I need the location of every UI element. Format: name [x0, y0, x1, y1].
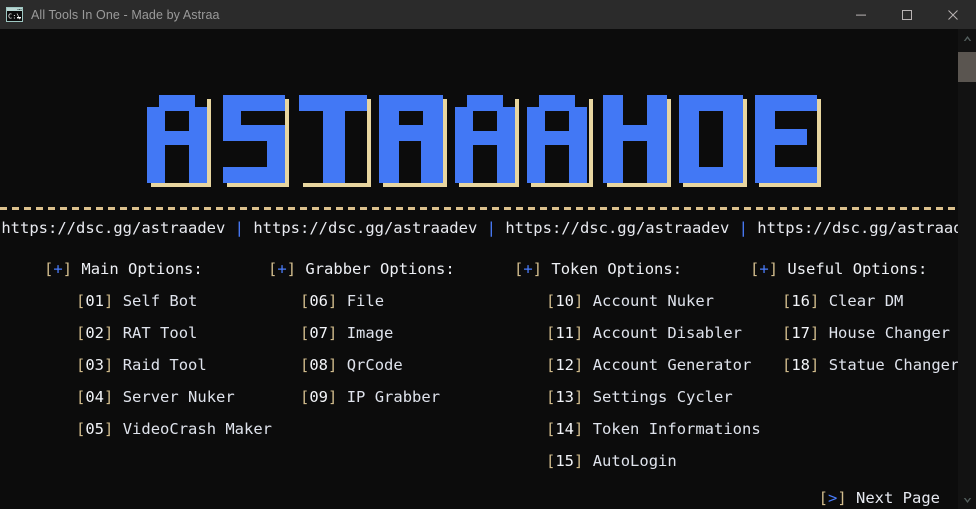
divider-dashed — [0, 207, 958, 210]
menu-item-06[interactable]: [06] File — [300, 293, 455, 309]
title-bar[interactable]: C:\ All Tools In One - Made by Astraa — [0, 0, 976, 29]
marquee-separator: | — [486, 219, 496, 237]
ascii-logo — [0, 29, 958, 201]
plus-icon: + — [759, 260, 769, 278]
ascii-logo-blocks — [139, 81, 829, 189]
maximize-button[interactable] — [884, 0, 930, 29]
bracket-close: ] — [62, 260, 73, 278]
next-page-line[interactable]: [>] Next Page — [0, 488, 958, 508]
menu-grid: [+] Main Options: [01] Self Bot [02] RAT… — [0, 261, 958, 481]
console-icon: C:\ — [6, 6, 23, 23]
url-marquee: adev | https://dsc.gg/astraadev | https:… — [0, 216, 958, 240]
console-body: adev | https://dsc.gg/astraadev | https:… — [0, 29, 976, 509]
menu-item-16[interactable]: [16] Clear DM — [782, 293, 958, 309]
menu-item-07[interactable]: [07] Image — [300, 325, 455, 341]
menu-item-03[interactable]: [03] Raid Tool — [76, 357, 272, 373]
plus-icon: + — [523, 260, 533, 278]
scroll-up-arrow-icon[interactable] — [958, 29, 976, 47]
console-content: adev | https://dsc.gg/astraadev | https:… — [0, 29, 958, 509]
menu-column-main: [+] Main Options: [01] Self Bot [02] RAT… — [44, 261, 272, 453]
marquee-url-2: https://dsc.gg/astraadev — [244, 219, 487, 237]
menu-item-15[interactable]: [15] AutoLogin — [546, 453, 761, 469]
menu-header-label: Grabber Options: — [305, 260, 455, 278]
menu-item-02[interactable]: [02] RAT Tool — [76, 325, 272, 341]
marquee-separator: | — [234, 219, 244, 237]
menu-header-label: Main Options: — [81, 260, 203, 278]
menu-column-useful: [+] Useful Options: [16] Clear DM [17] H… — [750, 261, 958, 389]
menu-item-09[interactable]: [09] IP Grabber — [300, 389, 455, 405]
menu-item-05[interactable]: [05] VideoCrash Maker — [76, 421, 272, 437]
plus-icon: + — [277, 260, 287, 278]
vertical-scrollbar[interactable] — [958, 29, 976, 509]
scrollbar-thumb[interactable] — [958, 52, 976, 82]
next-page-label: Next Page — [856, 489, 940, 507]
marquee-url-4: https://dsc.gg/astraadev — [757, 219, 958, 237]
menu-item-04[interactable]: [04] Server Nuker — [76, 389, 272, 405]
menu-item-08[interactable]: [08] QrCode — [300, 357, 455, 373]
menu-item-17[interactable]: [17] House Changer — [782, 325, 958, 341]
menu-column-grabber: [+] Grabber Options: [06] File [07] Imag… — [268, 261, 455, 421]
console-window: C:\ All Tools In One - Made by Astraa ht… — [0, 0, 976, 509]
menu-header-grabber: [+] Grabber Options: — [268, 260, 455, 278]
bracket-open: [ — [818, 489, 828, 507]
marquee-url-3: https://dsc.gg/astraadev — [495, 219, 739, 237]
bracket-open: [ — [44, 260, 54, 278]
menu-header-label: Useful Options: — [787, 260, 928, 278]
marquee-text: adev | https://dsc.gg/astraadev | https:… — [0, 216, 958, 240]
menu-header-useful: [+] Useful Options: — [750, 260, 928, 278]
marquee-url-1: https://dsc.gg/astraadev — [0, 219, 235, 237]
menu-item-10[interactable]: [10] Account Nuker — [546, 293, 761, 309]
marquee-separator: | — [738, 219, 748, 237]
scroll-down-arrow-icon[interactable] — [958, 491, 976, 509]
menu-item-01[interactable]: [01] Self Bot — [76, 293, 272, 309]
menu-item-13[interactable]: [13] Settings Cycler — [546, 389, 761, 405]
menu-item-11[interactable]: [11] Account Disabler — [546, 325, 761, 341]
minimize-button[interactable] — [838, 0, 884, 29]
menu-column-token: [+] Token Options: [10] Account Nuker [1… — [514, 261, 761, 485]
close-button[interactable] — [930, 0, 976, 29]
menu-header-main: [+] Main Options: — [44, 261, 272, 277]
menu-item-18[interactable]: [18] Statue Changer — [782, 357, 958, 373]
window-controls — [838, 0, 976, 29]
window-title: All Tools In One - Made by Astraa — [31, 7, 220, 22]
scrollbar-track[interactable] — [958, 47, 976, 491]
plus-icon: + — [53, 260, 63, 278]
menu-header-token: [+] Token Options: — [514, 260, 683, 278]
bracket-close: ] — [837, 489, 847, 507]
menu-header-label: Token Options: — [551, 260, 683, 278]
chevron-right-icon: > — [827, 489, 838, 507]
menu-item-14[interactable]: [14] Token Informations — [546, 421, 761, 437]
menu-item-12[interactable]: [12] Account Generator — [546, 357, 761, 373]
svg-text:C:\: C:\ — [8, 13, 21, 21]
